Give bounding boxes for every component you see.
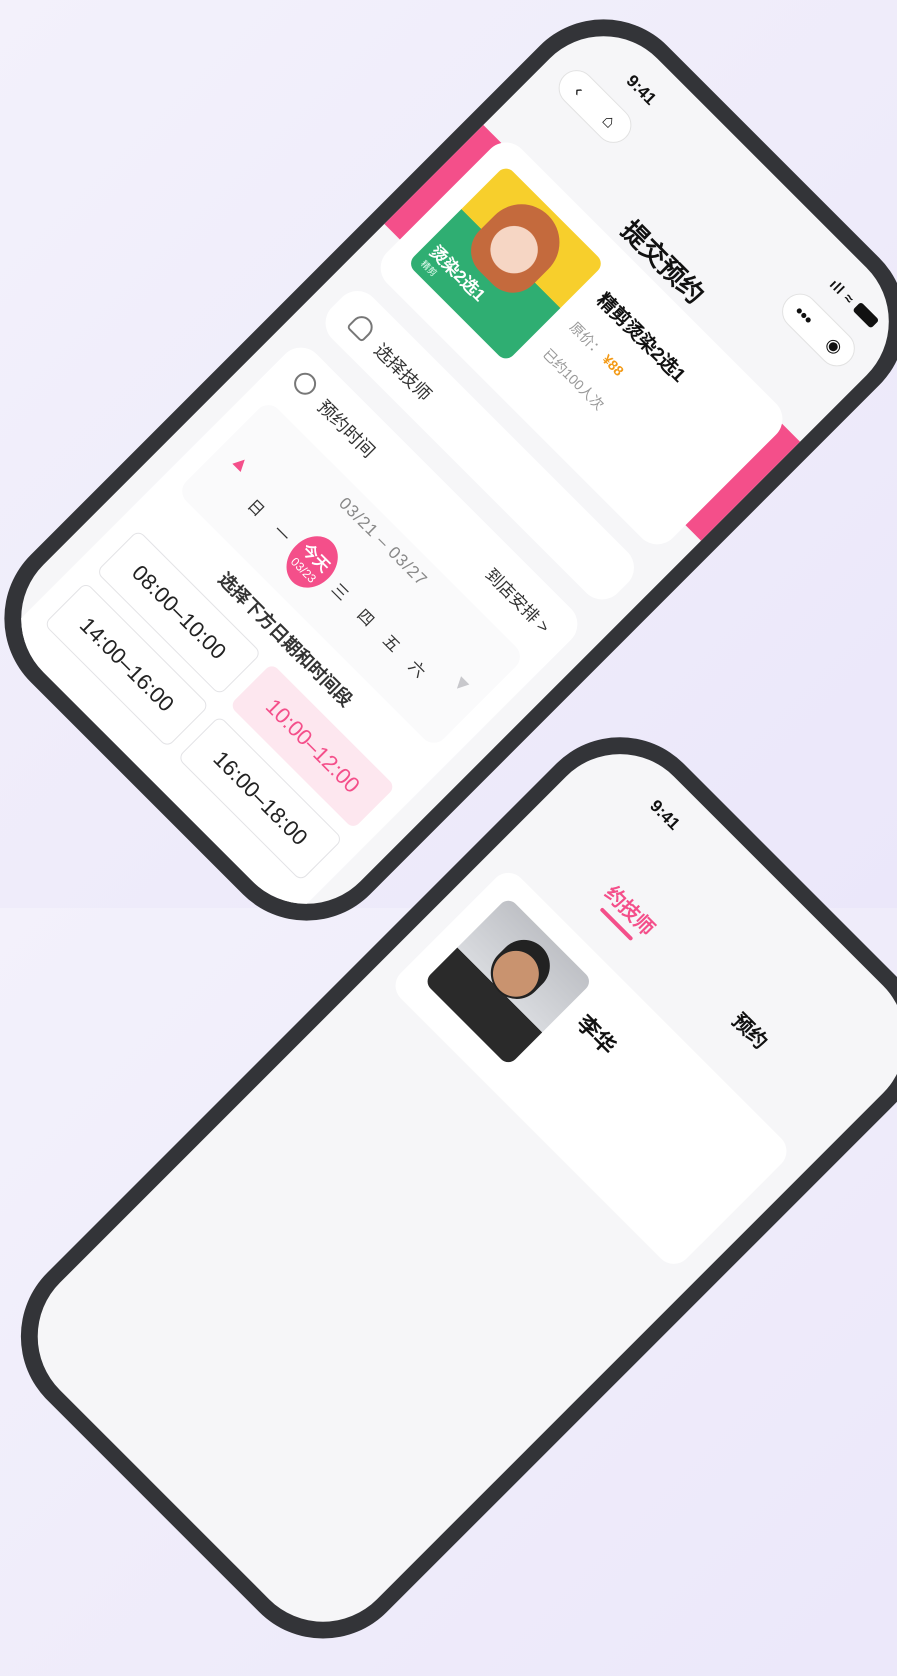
price-label: 原价： — [566, 318, 608, 360]
technician-head — [479, 929, 561, 1010]
price-value: ¥88 — [599, 351, 628, 380]
tab-booking[interactable]: 预约 — [727, 1005, 776, 1054]
status-time: 9:41 — [622, 71, 661, 109]
call-button[interactable]: ✆ — [0, 667, 35, 779]
main-phone: 9:41 ıll ≈ ‹ ⌂ ••• ◉ 提交预约 烫染2选1 精剪 精剪烫染2… — [0, 0, 897, 958]
second-screen: 9:41 约技师 预约 李华 — [6, 722, 897, 1654]
more-icon[interactable]: ••• — [790, 301, 818, 329]
target-icon[interactable]: ◉ — [821, 333, 847, 359]
select-technician-label: 选择技师 — [370, 339, 436, 405]
battery-icon — [852, 301, 880, 329]
clock-icon — [289, 368, 321, 400]
back-icon[interactable]: ‹ — [569, 81, 588, 100]
user-icon — [346, 311, 378, 343]
second-phone: 9:41 约技师 预约 李华 — [0, 700, 897, 1676]
tab-book-technician[interactable]: 约技师 — [599, 878, 662, 941]
status-time-2: 9:41 — [646, 796, 684, 834]
home-icon[interactable]: ⌂ — [598, 110, 621, 133]
main-screen: 9:41 ıll ≈ ‹ ⌂ ••• ◉ 提交预约 烫染2选1 精剪 精剪烫染2… — [0, 4, 897, 936]
technician-photo — [423, 896, 594, 1067]
signal-wifi-icon: ıll ≈ — [826, 276, 859, 308]
technician-card[interactable]: 李华 — [388, 865, 794, 1272]
technician-name: 李华 — [571, 1010, 621, 1060]
